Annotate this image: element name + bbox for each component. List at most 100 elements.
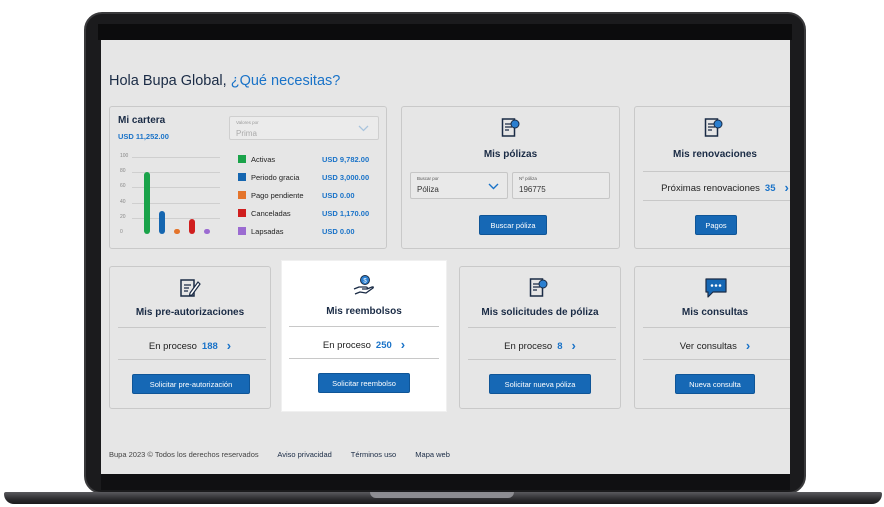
legend-item-periodo-gracia: Periodo gracia <box>238 173 299 182</box>
divider <box>118 359 266 360</box>
proximas-renovaciones-link[interactable]: Próximas renovaciones 35 › <box>645 179 790 195</box>
laptop-bezel-bottom <box>101 474 790 490</box>
chart-bar-canceladas <box>189 218 195 234</box>
divider <box>468 359 616 360</box>
footer-privacy-link[interactable]: Aviso privacidad <box>277 450 331 459</box>
preautorizaciones-card: Mis pre-autorizaciones En proceso 188 › So… <box>109 266 271 409</box>
footer-sitemap-link[interactable]: Mapa web <box>415 450 450 459</box>
divider <box>289 358 439 359</box>
status-label: En proceso <box>504 341 553 352</box>
legend-value: USD 9,782.00 <box>322 155 370 164</box>
polizas-title: Mis pólizas <box>483 149 538 160</box>
status-count: 35 <box>764 183 776 194</box>
reembolsos-status-link[interactable]: En proceso 250 › <box>289 336 439 352</box>
buscar-por-label: Buscar por <box>417 176 439 181</box>
polizas-card: Mis pólizas Buscar por Póliza Nº póliza … <box>401 106 620 249</box>
legend-value: USD 0.00 <box>322 191 355 200</box>
solicitar-nueva-poliza-button[interactable]: Solicitar nueva póliza <box>489 374 591 394</box>
divider <box>643 171 790 172</box>
document-search-icon <box>501 118 520 137</box>
solicitudes-card: Mis solicitudes de póliza En proceso 8 › S… <box>459 266 621 409</box>
divider <box>643 327 790 328</box>
y-tick: 80 <box>120 168 126 174</box>
chart-bar-lapsadas <box>204 229 210 234</box>
chevron-down-icon <box>358 125 369 132</box>
chart-bar-pago-pendiente <box>174 229 180 234</box>
chevron-right-icon: › <box>571 338 576 353</box>
document-search-icon <box>704 118 723 137</box>
legend-swatch <box>238 227 246 235</box>
solicitudes-status-link[interactable]: En proceso 8 › <box>460 337 620 353</box>
y-tick: 40 <box>120 199 126 205</box>
reembolsos-card: $ Mis reembolsos En proceso 250 › Solicita… <box>289 266 439 409</box>
legend-item-lapsadas: Lapsadas <box>238 227 284 236</box>
y-tick: 0 <box>120 229 123 235</box>
numero-poliza-value: 196775 <box>519 185 546 194</box>
valores-select-value: Prima <box>236 129 257 138</box>
legend-label: Activas <box>251 155 276 164</box>
laptop-bezel <box>98 24 792 40</box>
legend-label: Lapsadas <box>251 227 284 236</box>
legend-value: USD 1,170.00 <box>322 209 370 218</box>
ver-consultas-link[interactable]: Ver consultas › <box>635 337 790 353</box>
status-count: 188 <box>201 341 218 352</box>
legend-swatch <box>238 209 246 217</box>
status-count: 250 <box>375 340 392 351</box>
legend-value: USD 3,000.00 <box>322 173 370 182</box>
legend-label: Pago pendiente <box>251 191 304 200</box>
renovaciones-card: Mis renovaciones Próximas renovaciones 35… <box>634 106 790 249</box>
footer-terms-link[interactable]: Términos uso <box>351 450 396 459</box>
reembolsos-title: Mis reembolsos <box>326 306 402 317</box>
laptop-notch <box>370 492 514 498</box>
numero-poliza-input[interactable]: Nº póliza 196775 <box>512 172 610 199</box>
legend-item-activas: Activas <box>238 155 275 164</box>
status-label: En proceso <box>148 341 197 352</box>
chevron-right-icon: › <box>400 337 406 352</box>
status-label: Próximas renovaciones <box>661 183 760 194</box>
preautorizaciones-status-link[interactable]: En proceso 188 › <box>110 337 270 353</box>
numero-poliza-label: Nº póliza <box>519 176 537 181</box>
screen: Hola Bupa Global, ¿Qué necesitas? Mi car… <box>101 40 790 474</box>
footer-copyright: Bupa 2023 © Todos los derechos reservado… <box>109 450 259 459</box>
chat-bubble-icon <box>705 278 727 298</box>
divider <box>643 200 790 201</box>
divider <box>468 327 616 328</box>
legend-value: USD 0.00 <box>322 227 355 236</box>
chevron-down-icon <box>488 183 499 190</box>
chart-bar-periodo-gracia <box>159 210 165 234</box>
legend-swatch <box>238 173 246 181</box>
buscar-por-select[interactable]: Buscar por Póliza <box>410 172 508 199</box>
legend-item-pago-pendiente: Pago pendiente <box>238 191 304 200</box>
status-label: En proceso <box>322 340 371 351</box>
chart-bar-activas <box>144 172 150 234</box>
chevron-right-icon: › <box>745 338 751 353</box>
cartera-total: USD 11,252.00 <box>118 132 169 141</box>
solicitudes-title: Mis solicitudes de póliza <box>481 307 599 318</box>
buscar-por-value: Póliza <box>417 185 439 194</box>
cartera-title: Mi cartera <box>118 115 166 126</box>
valores-select-label: Valores por <box>236 120 259 125</box>
pagos-button[interactable]: Pagos <box>695 215 737 235</box>
legend-label: Canceladas <box>251 209 291 218</box>
legend-item-canceladas: Canceladas <box>238 209 291 218</box>
divider <box>289 326 439 327</box>
status-label: Ver consultas <box>679 341 737 352</box>
solicitar-preautorizacion-button[interactable]: Solicitar pre-autorización <box>132 374 250 394</box>
consultas-card: Mis consultas Ver consultas › Nueva consu… <box>634 266 790 409</box>
status-count: 8 <box>557 341 563 352</box>
valores-select[interactable]: Valores por Prima <box>229 116 379 140</box>
divider <box>118 327 266 328</box>
legend-swatch <box>238 191 246 199</box>
cartera-card: Mi cartera USD 11,252.00 Valores por Pri… <box>109 106 387 249</box>
laptop-mockup: Hola Bupa Global, ¿Qué necesitas? Mi car… <box>0 0 884 507</box>
y-tick: 100 <box>120 153 129 159</box>
buscar-poliza-button[interactable]: Buscar póliza <box>479 215 547 235</box>
solicitar-reembolso-button[interactable]: Solicitar reembolso <box>318 373 410 393</box>
renovaciones-title: Mis renovaciones <box>673 149 757 160</box>
y-tick: 60 <box>120 183 126 189</box>
grid-line <box>132 157 220 158</box>
nueva-consulta-button[interactable]: Nueva consulta <box>675 374 755 394</box>
document-search-icon <box>529 278 548 297</box>
legend-swatch <box>238 155 246 163</box>
chevron-right-icon: › <box>226 338 232 353</box>
